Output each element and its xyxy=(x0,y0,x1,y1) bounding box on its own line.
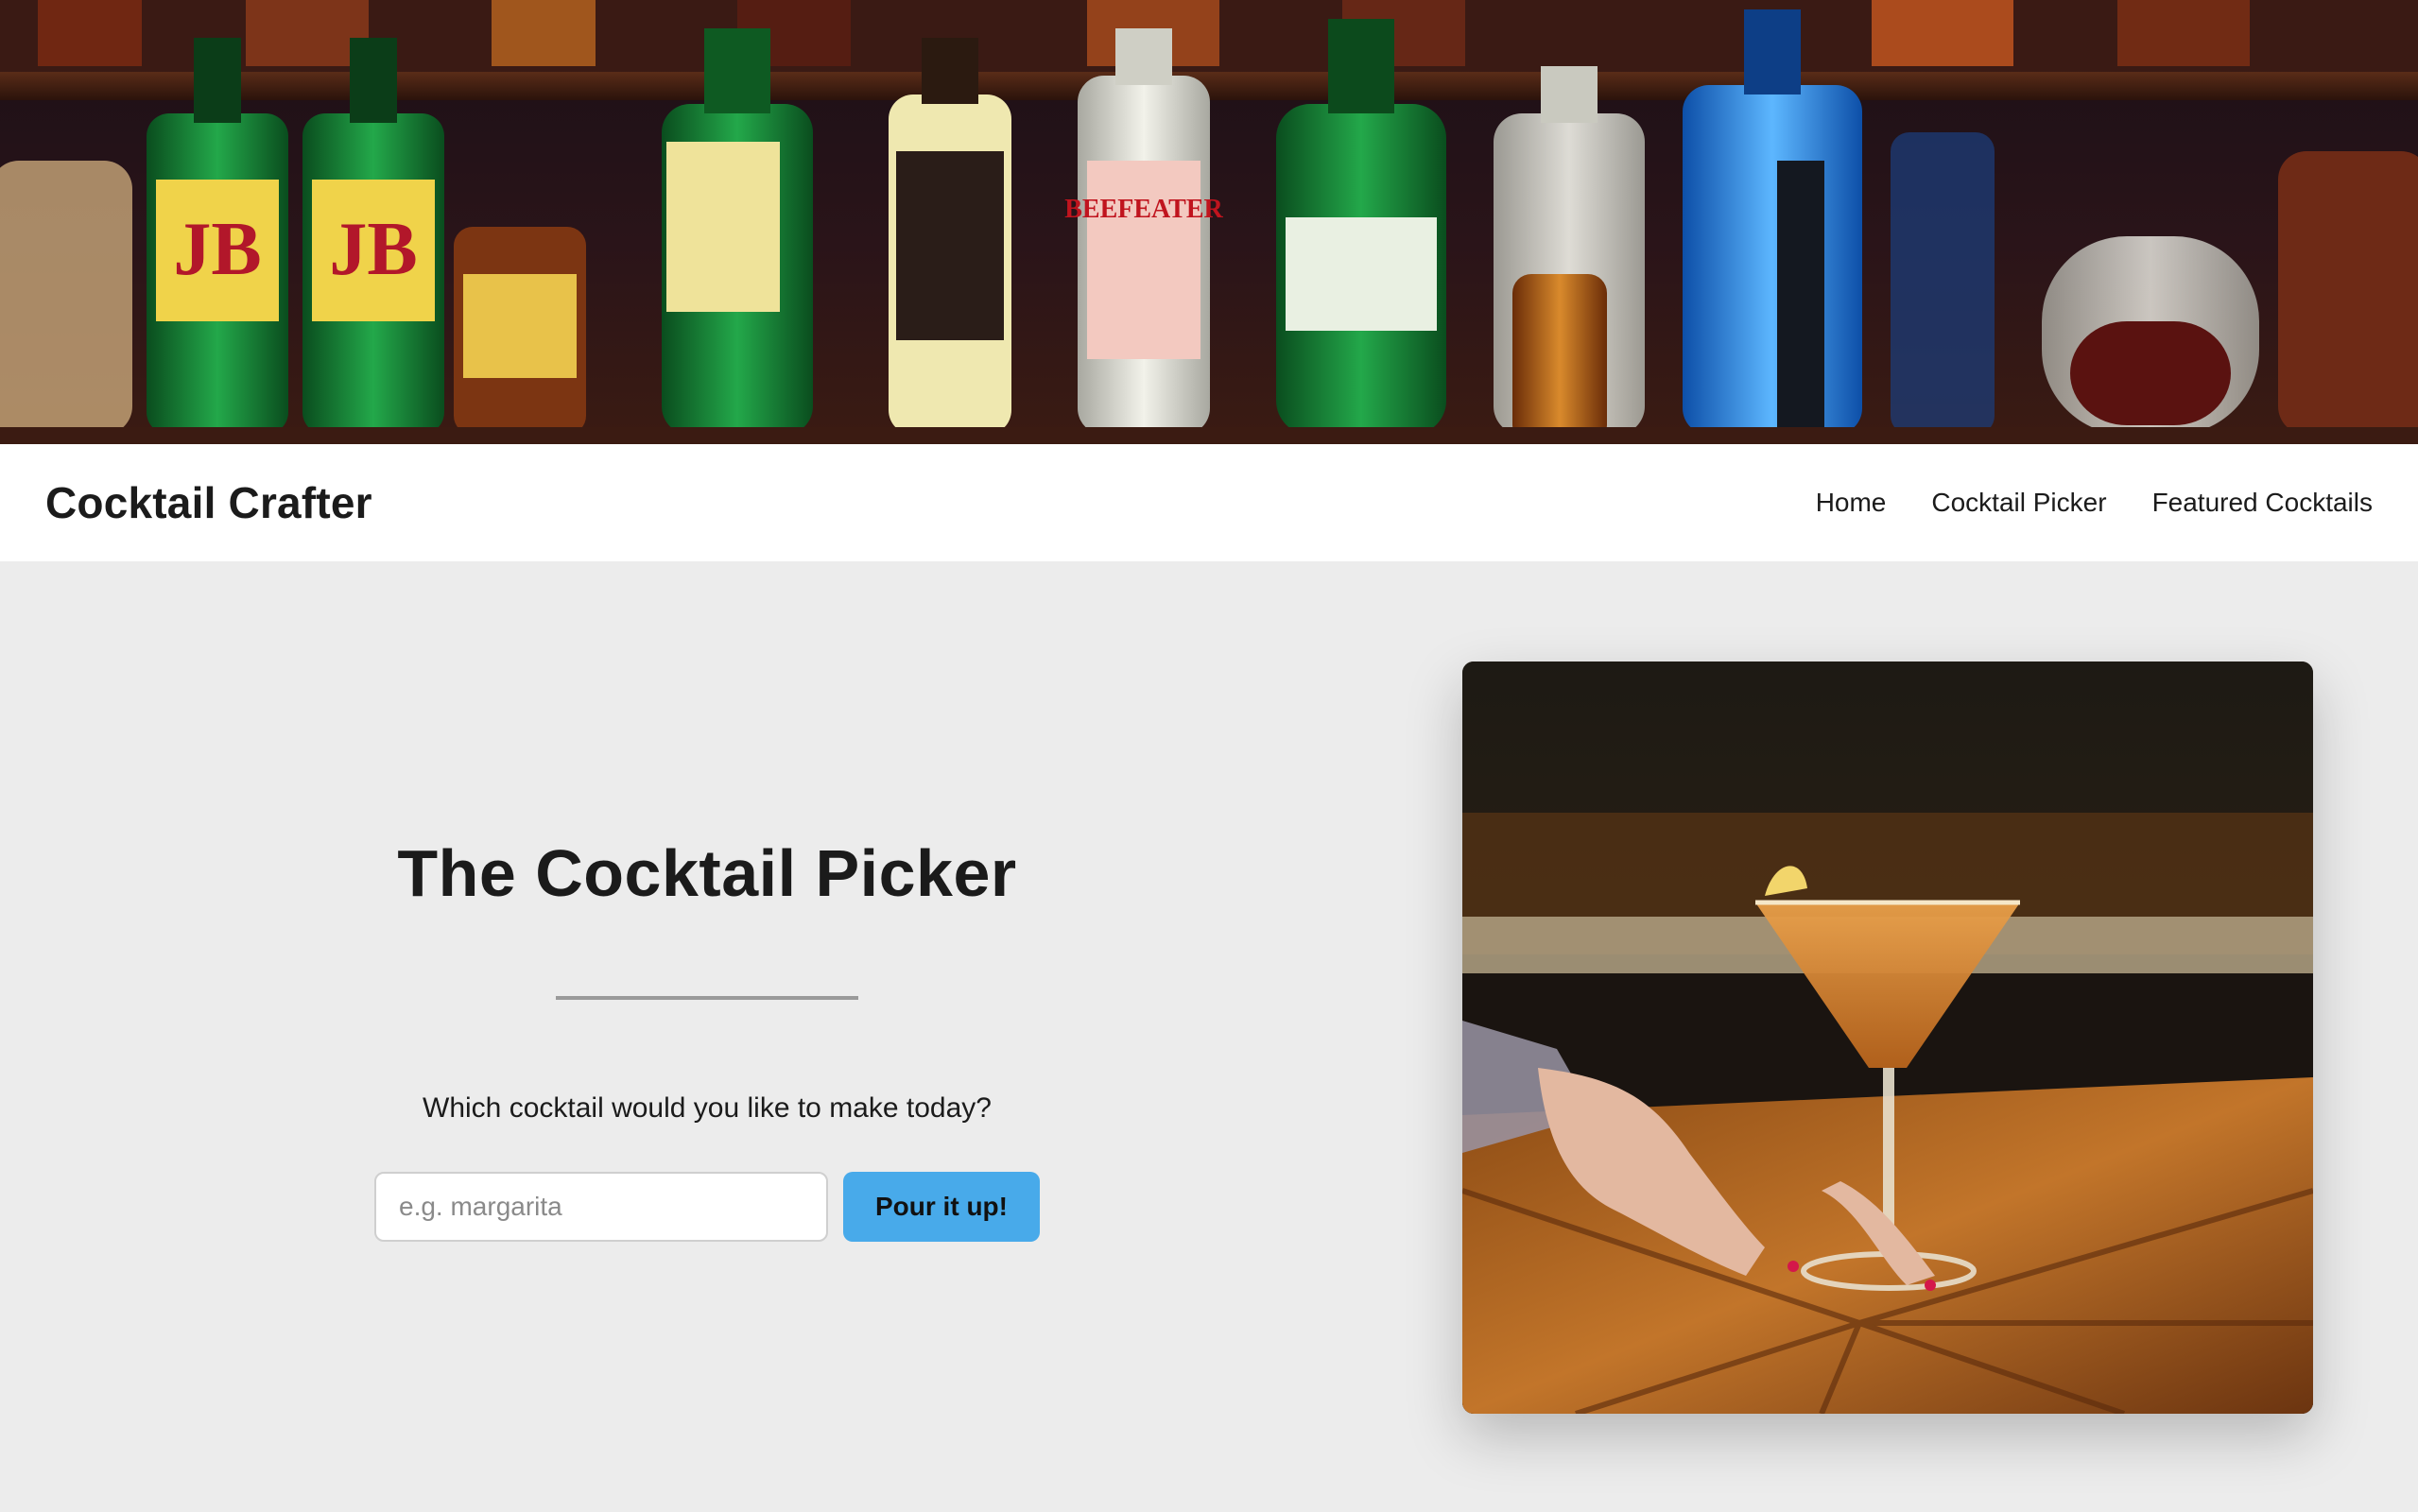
picker-question: Which cocktail would you like to make to… xyxy=(423,1092,992,1124)
nav-link-featured-cocktails[interactable]: Featured Cocktails xyxy=(2152,488,2373,518)
cocktail-search-input[interactable] xyxy=(374,1172,828,1242)
cocktail-glass-illustration xyxy=(1462,662,2313,1414)
search-form: Pour it up! xyxy=(374,1172,1040,1242)
title-divider xyxy=(556,996,858,1000)
nav-links: Home Cocktail Picker Featured Cocktails xyxy=(1816,488,2373,518)
main-section: The Cocktail Picker Which cocktail would… xyxy=(0,561,2418,1512)
page-title: The Cocktail Picker xyxy=(397,836,1017,910)
brand-logo-text[interactable]: Cocktail Crafter xyxy=(45,477,372,528)
svg-text:JB: JB xyxy=(173,208,261,291)
pour-it-up-button[interactable]: Pour it up! xyxy=(843,1172,1040,1242)
cocktail-picker-panel: The Cocktail Picker Which cocktail would… xyxy=(374,835,1040,1242)
nav-link-cocktail-picker[interactable]: Cocktail Picker xyxy=(1931,488,2106,518)
top-navbar: Cocktail Crafter Home Cocktail Picker Fe… xyxy=(0,444,2418,561)
hero-banner-image: JB JB BEEFEATER xyxy=(0,0,2418,444)
nav-link-home[interactable]: Home xyxy=(1816,488,1887,518)
cocktail-photo xyxy=(1462,662,2313,1414)
svg-text:BEEFEATER: BEEFEATER xyxy=(1064,195,1223,224)
svg-text:JB: JB xyxy=(329,208,417,291)
bottle-shelf-illustration: JB JB BEEFEATER xyxy=(0,0,2418,444)
